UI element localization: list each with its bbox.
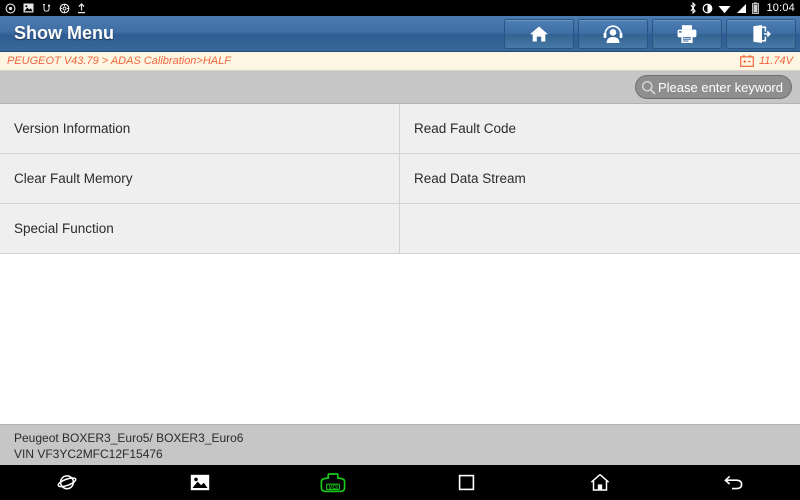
gallery-icon bbox=[190, 474, 210, 491]
breadcrumb-bar: PEUGEOT V43.79 > ADAS Calibration>HALF 1… bbox=[0, 52, 800, 71]
home-icon bbox=[530, 26, 548, 41]
toolbar-buttons bbox=[504, 18, 796, 49]
android-status-bar: 10:04 bbox=[0, 0, 800, 16]
exit-door-icon bbox=[753, 24, 771, 43]
search-input[interactable]: Please enter keyword bbox=[634, 75, 792, 99]
breadcrumb[interactable]: PEUGEOT V43.79 > ADAS Calibration>HALF bbox=[7, 55, 231, 67]
screenshot-icon bbox=[23, 3, 34, 13]
main-content: Version Information Read Fault Code Clea… bbox=[0, 104, 800, 430]
menu-item-version-information[interactable]: Version Information bbox=[0, 104, 400, 154]
recents-icon bbox=[458, 474, 475, 491]
app-title-bar: Show Menu bbox=[0, 16, 800, 52]
recents-button[interactable] bbox=[400, 465, 533, 500]
home-button[interactable] bbox=[504, 18, 574, 49]
menu-item-read-fault-code[interactable]: Read Fault Code bbox=[400, 104, 800, 154]
search-placeholder: Please enter keyword bbox=[657, 79, 783, 95]
weather-icon bbox=[5, 3, 16, 13]
vehicle-vin: VIN VF3YC2MFC12F15476 bbox=[14, 447, 163, 461]
back-icon bbox=[724, 475, 743, 490]
android-nav-bar: VCI bbox=[0, 465, 800, 500]
page-title: Show Menu bbox=[14, 23, 114, 43]
search-icon bbox=[641, 80, 656, 95]
print-button[interactable] bbox=[652, 18, 722, 49]
browser-icon bbox=[57, 474, 77, 489]
menu-item-label: Special Function bbox=[14, 221, 114, 236]
vci-button[interactable]: VCI bbox=[267, 465, 400, 500]
printer-icon bbox=[677, 24, 697, 43]
vci-badge: VCI bbox=[320, 472, 346, 493]
menu-item-label: Read Fault Code bbox=[414, 121, 517, 136]
bluetooth-icon bbox=[691, 2, 697, 14]
signal-icon bbox=[737, 3, 747, 13]
battery-icon bbox=[752, 2, 760, 14]
headset-person-icon bbox=[603, 24, 623, 43]
voltage-value: 11.74V bbox=[758, 55, 793, 67]
car-battery-icon bbox=[740, 55, 754, 67]
back-button[interactable] bbox=[667, 465, 800, 500]
menu-item-read-data-stream[interactable]: Read Data Stream bbox=[400, 154, 800, 204]
menu-item-special-function[interactable]: Special Function bbox=[0, 204, 400, 254]
exit-button[interactable] bbox=[726, 18, 796, 49]
brightness-icon bbox=[703, 3, 713, 13]
vehicle-info-footer: Peugeot BOXER3_Euro5/ BOXER3_Euro6 VIN V… bbox=[0, 424, 800, 465]
menu-grid: Version Information Read Fault Code Clea… bbox=[0, 104, 800, 254]
menu-item-empty bbox=[400, 204, 800, 254]
search-bar: Please enter keyword bbox=[0, 71, 800, 104]
browser-button[interactable] bbox=[0, 465, 133, 500]
home-icon bbox=[590, 474, 610, 491]
status-clock: 10:04 bbox=[766, 2, 795, 14]
vehicle-name: Peugeot BOXER3_Euro5/ BOXER3_Euro6 bbox=[14, 431, 244, 445]
menu-item-label: Read Data Stream bbox=[414, 171, 526, 186]
tablet-screen: 10:04 Show Menu PEUGEOT V43.79 > ADAS Ca… bbox=[0, 0, 800, 500]
menu-item-clear-fault-memory[interactable]: Clear Fault Memory bbox=[0, 154, 400, 204]
gallery-button[interactable] bbox=[133, 465, 266, 500]
vci-label: VCI bbox=[328, 484, 338, 491]
voltage-indicator: 11.74V bbox=[740, 55, 793, 67]
menu-item-label: Clear Fault Memory bbox=[14, 171, 133, 186]
nav-home-button[interactable] bbox=[533, 465, 666, 500]
usb-icon bbox=[43, 3, 51, 12]
wifi-icon bbox=[718, 5, 731, 13]
settings-icon bbox=[59, 3, 70, 13]
support-button[interactable] bbox=[578, 18, 648, 49]
menu-item-label: Version Information bbox=[14, 121, 131, 136]
status-left-icons bbox=[5, 2, 86, 14]
upload-icon bbox=[78, 2, 85, 13]
status-right-icons: 10:04 bbox=[689, 2, 795, 14]
